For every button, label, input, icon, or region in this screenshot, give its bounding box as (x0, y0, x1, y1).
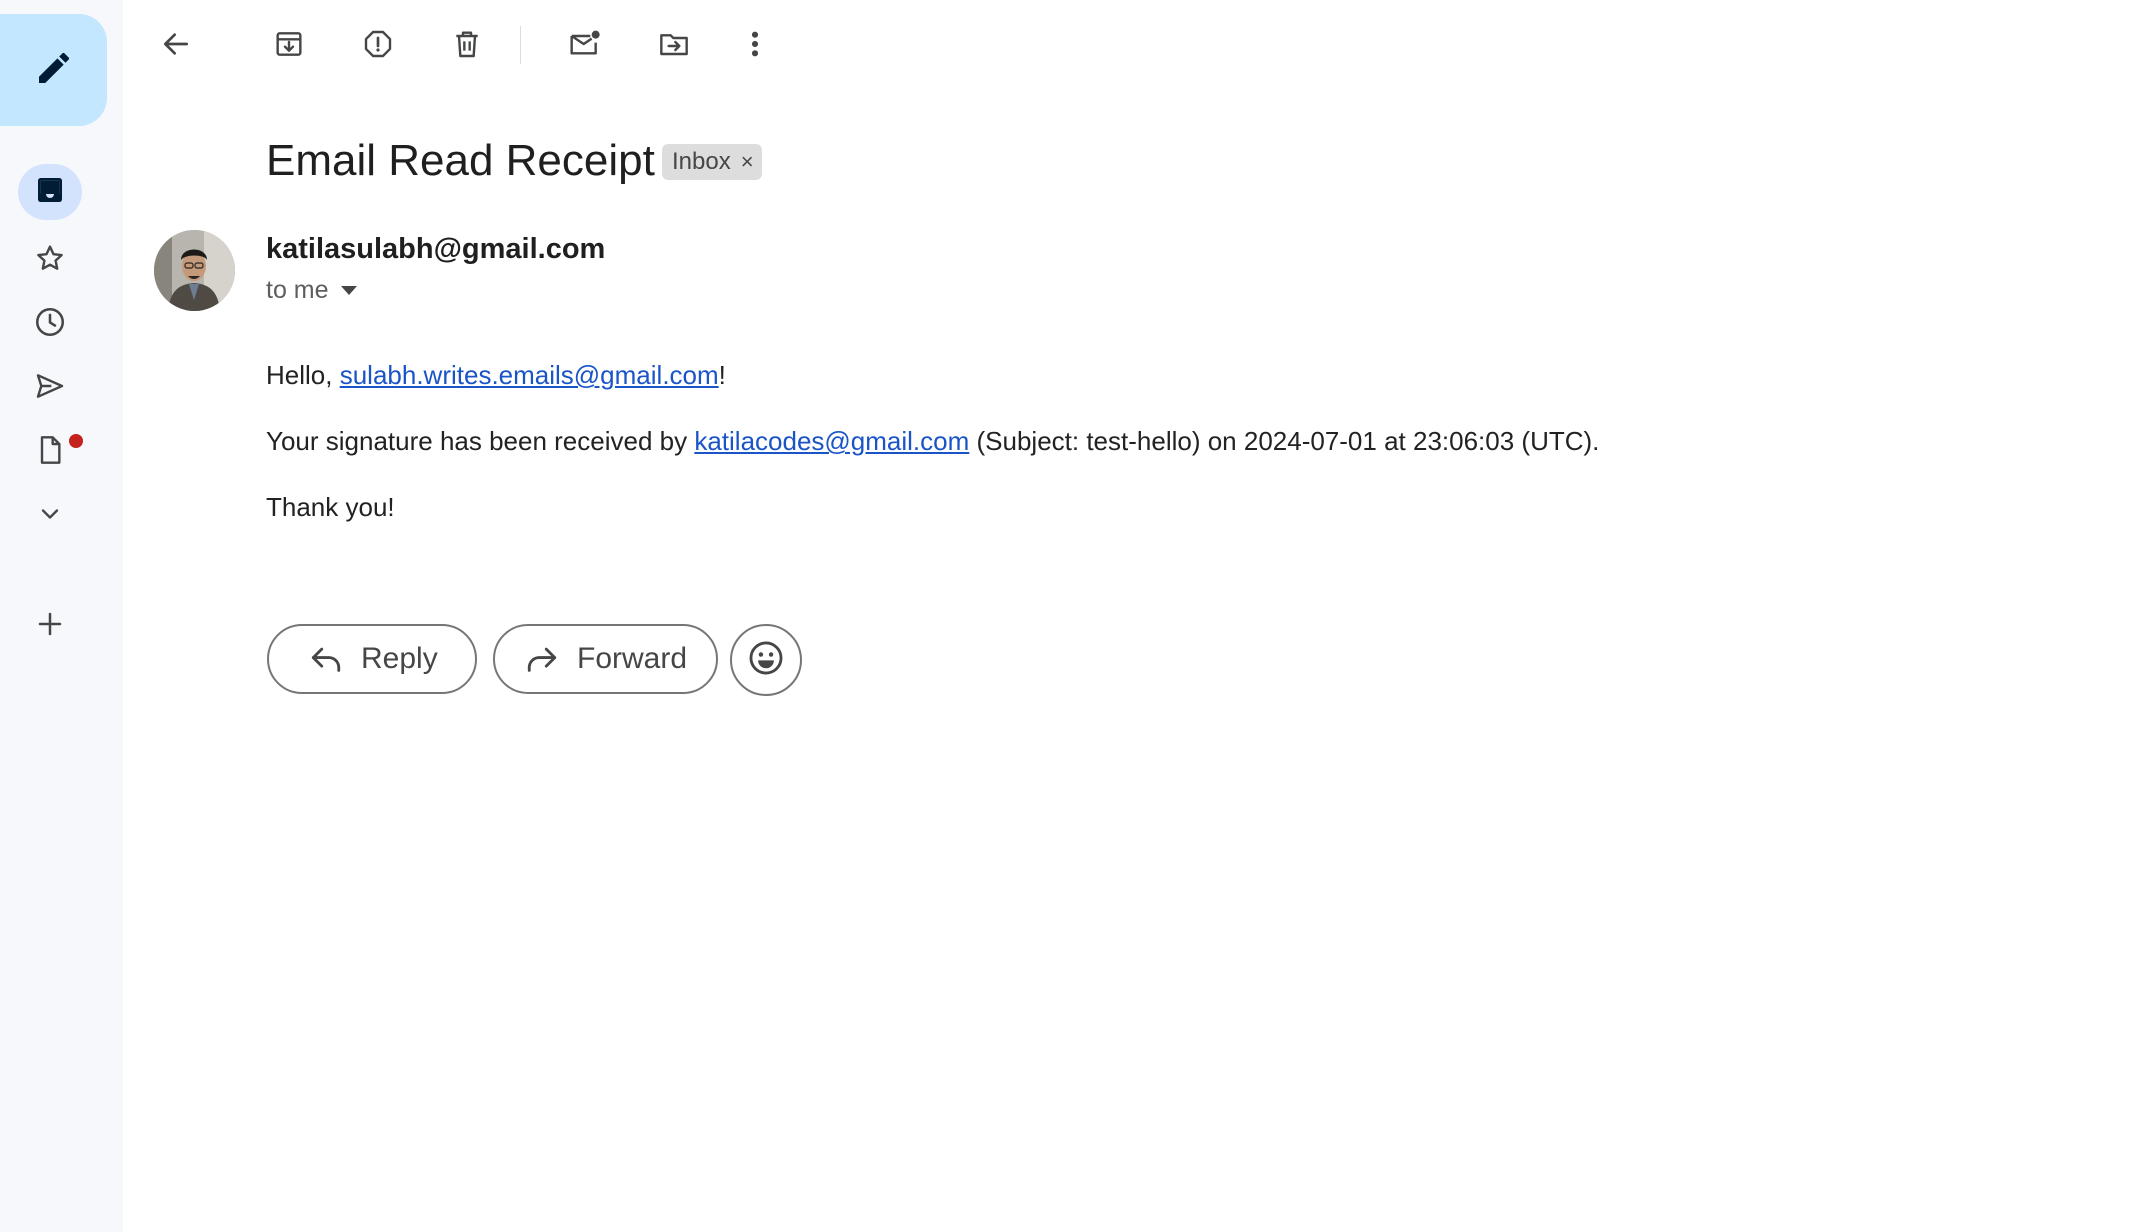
avatar-photo (154, 230, 235, 311)
caret-down-icon[interactable] (340, 286, 357, 295)
compose-button[interactable] (0, 14, 107, 126)
receipt-prefix: Your signature has been received by (266, 426, 695, 456)
pencil-icon (34, 48, 74, 93)
move-to-icon (657, 28, 691, 65)
sidebar-item-drafts[interactable] (18, 424, 85, 480)
nav-rail (0, 0, 123, 1232)
archive-icon (273, 28, 305, 65)
sidebar-item-starred[interactable] (18, 232, 82, 288)
sidebar-item-snoozed[interactable] (18, 296, 82, 352)
email-subject: Email Read Receipt (266, 136, 655, 185)
reply-icon (309, 644, 343, 674)
mark-unread-button[interactable] (561, 22, 609, 70)
plus-icon (35, 609, 65, 644)
sidebar-item-inbox[interactable] (18, 164, 82, 220)
back-button[interactable] (152, 22, 200, 70)
receipt-email-link[interactable]: katilacodes@gmail.com (694, 426, 969, 456)
greeting-email-link[interactable]: sulabh.writes.emails@gmail.com (340, 360, 719, 390)
report-spam-icon (362, 28, 394, 65)
star-icon (34, 242, 66, 279)
toolbar-divider (520, 26, 521, 64)
reply-label: Reply (361, 642, 438, 675)
draft-icon (34, 433, 66, 472)
greeting-prefix: Hello, (266, 360, 340, 390)
forward-label: Forward (577, 642, 688, 675)
delete-button[interactable] (443, 22, 491, 70)
body-greeting: Hello, sulabh.writes.emails@gmail.com! (266, 360, 726, 391)
recipient-text: to me (266, 276, 329, 304)
delete-icon (451, 28, 483, 65)
body-closing: Thank you! (266, 492, 395, 522)
avatar[interactable] (154, 230, 235, 311)
archive-button[interactable] (265, 22, 313, 70)
body-receipt-line: Your signature has been received by kati… (266, 426, 1599, 457)
receipt-suffix: (Subject: test-hello) on 2024-07-01 at 2… (969, 426, 1600, 456)
inbox-icon (34, 174, 66, 211)
send-icon (34, 370, 66, 407)
label-text: Inbox (672, 148, 731, 175)
remove-label-button[interactable]: × (741, 151, 754, 173)
clock-icon (33, 305, 67, 344)
report-spam-button[interactable] (354, 22, 402, 70)
notification-dot (67, 432, 85, 450)
sidebar-item-more[interactable] (18, 488, 82, 544)
forward-button[interactable]: Forward (493, 624, 718, 694)
move-to-button[interactable] (650, 22, 698, 70)
greeting-suffix: ! (718, 360, 726, 390)
recipient-details[interactable]: to me (266, 276, 357, 305)
smiley-icon (747, 639, 785, 682)
more-vert-icon (749, 28, 761, 65)
create-label-button[interactable] (18, 598, 82, 654)
back-arrow-icon (160, 28, 192, 65)
mark-unread-icon (567, 28, 603, 65)
forward-icon (525, 644, 559, 674)
reply-button[interactable]: Reply (267, 624, 477, 694)
sidebar-item-sent[interactable] (18, 360, 82, 416)
inbox-label-chip[interactable]: Inbox × (662, 144, 762, 180)
more-options-button[interactable] (731, 22, 779, 70)
add-reaction-button[interactable] (730, 624, 802, 696)
chevron-down-icon (36, 500, 64, 533)
sender-email[interactable]: katilasulabh@gmail.com (266, 233, 605, 266)
